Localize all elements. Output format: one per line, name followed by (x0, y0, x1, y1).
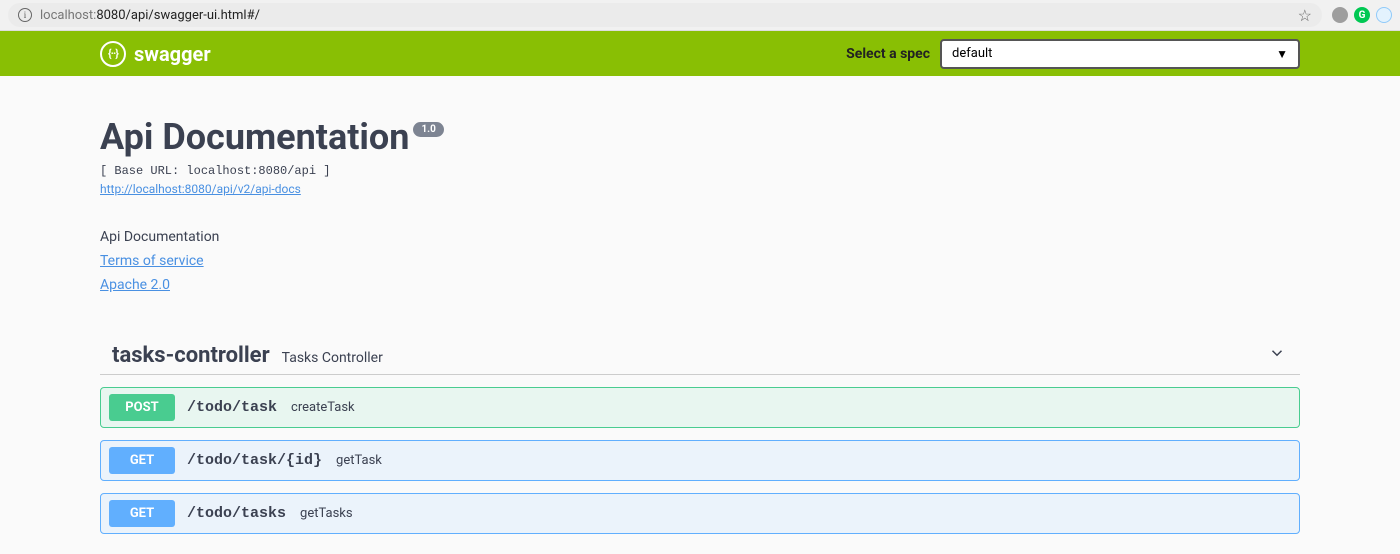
grammarly-icon[interactable]: G (1354, 7, 1370, 23)
operation-summary: getTask (336, 453, 382, 468)
spec-select[interactable]: default ▼ (940, 39, 1300, 69)
operation-get[interactable]: GET/todo/task/{id} getTask (100, 440, 1300, 481)
spec-selector-wrap: Select a spec default ▼ (846, 39, 1300, 69)
spec-label: Select a spec (846, 46, 930, 62)
base-url: [ Base URL: localhost:8080/api ] (100, 164, 1300, 178)
operation-path: /todo/tasks (187, 505, 286, 522)
operation-post[interactable]: POST/todo/task createTask (100, 387, 1300, 428)
api-description: Api Documentation (100, 229, 1300, 245)
operation-summary: getTasks (300, 506, 353, 521)
extension-icon[interactable] (1332, 7, 1348, 23)
operation-path: /todo/task/{id} (187, 452, 322, 469)
title-row: Api Documentation 1.0 (100, 116, 1300, 158)
tag-name: tasks-controller (112, 343, 270, 368)
operation-path: /todo/task (187, 399, 277, 416)
license-link[interactable]: Apache 2.0 (100, 277, 1300, 293)
bookmark-star-icon[interactable]: ☆ (1298, 6, 1312, 25)
operation-get[interactable]: GET/todo/tasks getTasks (100, 493, 1300, 534)
url-text: localhost:8080/api/swagger-ui.html#/ (40, 8, 260, 23)
tag-description: Tasks Controller (282, 350, 383, 366)
url-field[interactable]: i localhost:8080/api/swagger-ui.html#/ ☆ (8, 3, 1322, 27)
extension-icon[interactable] (1376, 7, 1392, 23)
spec-selected-value: default (952, 46, 992, 61)
http-method-badge: GET (109, 500, 175, 527)
api-title: Api Documentation (100, 116, 409, 158)
swagger-logo[interactable]: {··} swagger (100, 41, 211, 67)
chevron-down-icon: ▼ (1276, 47, 1288, 61)
version-badge: 1.0 (413, 122, 443, 137)
tag-header[interactable]: tasks-controller Tasks Controller (100, 343, 1300, 375)
operations-list: POST/todo/task createTask GET/todo/task/{i… (100, 387, 1300, 534)
operation-summary: createTask (291, 400, 355, 415)
extension-icons: G (1332, 7, 1392, 23)
chevron-down-icon (1268, 344, 1286, 366)
swagger-topbar: {··} swagger Select a spec default ▼ (0, 31, 1400, 76)
swagger-logo-text: swagger (134, 42, 211, 66)
site-info-icon[interactable]: i (18, 8, 32, 22)
api-docs-link[interactable]: http://localhost:8080/api/v2/api-docs (100, 182, 301, 196)
terms-link[interactable]: Terms of service (100, 253, 1300, 269)
http-method-badge: POST (109, 394, 175, 421)
main-content: Api Documentation 1.0 [ Base URL: localh… (80, 76, 1320, 554)
http-method-badge: GET (109, 447, 175, 474)
browser-address-bar: i localhost:8080/api/swagger-ui.html#/ ☆… (0, 0, 1400, 31)
swagger-logo-icon: {··} (100, 41, 126, 67)
